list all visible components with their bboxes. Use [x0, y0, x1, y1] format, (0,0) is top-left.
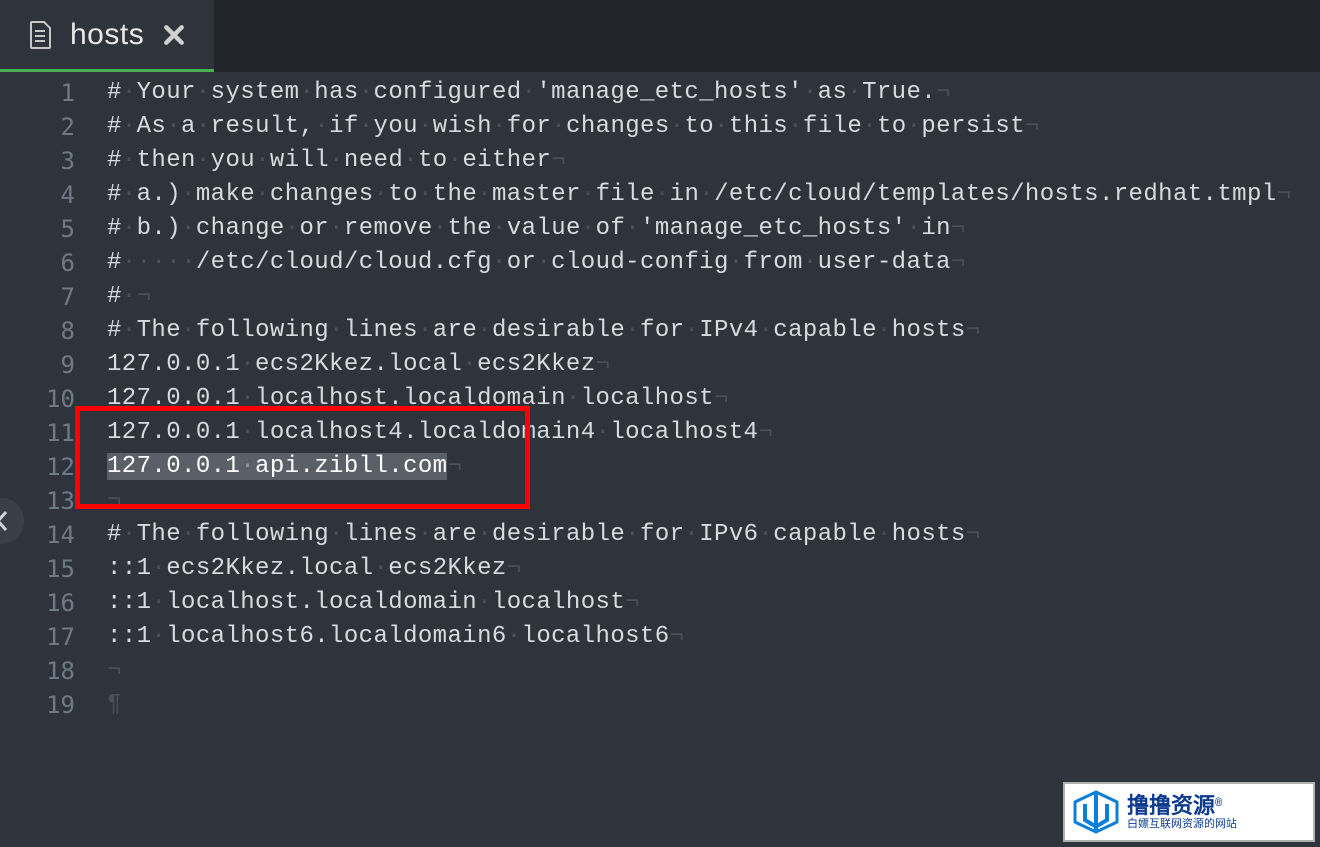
code-line[interactable]: #·····/etc/cloud/cloud.cfg·or·cloud-conf… — [95, 246, 1320, 280]
code-line[interactable]: ¶ — [95, 688, 1320, 722]
watermark-badge: 撸撸资源® 白嫖互联网资源的网站 — [1063, 782, 1315, 842]
line-number: 3 — [0, 144, 95, 178]
code-line[interactable]: 127.0.0.1·api.zibll.com¬ — [95, 450, 1320, 484]
editor[interactable]: 12345678910111213141516171819 #·Your·sys… — [0, 72, 1320, 847]
code-line[interactable]: #·The·following·lines·are·desirable·for·… — [95, 314, 1320, 348]
line-number-gutter: 12345678910111213141516171819 — [0, 72, 95, 847]
code-line[interactable]: ::1·ecs2Kkez.local·ecs2Kkez¬ — [95, 552, 1320, 586]
code-line[interactable]: #·As·a·result,·if·you·wish·for·changes·t… — [95, 110, 1320, 144]
line-number: 19 — [0, 688, 95, 722]
code-line[interactable]: #·The·following·lines·are·desirable·for·… — [95, 518, 1320, 552]
close-icon[interactable] — [162, 23, 186, 47]
line-number: 5 — [0, 212, 95, 246]
code-line[interactable]: ::1·localhost.localdomain·localhost¬ — [95, 586, 1320, 620]
line-number: 17 — [0, 620, 95, 654]
tab-bar: hosts — [0, 0, 1320, 72]
code-line[interactable]: #·Your·system·has·configured·'manage_etc… — [95, 76, 1320, 110]
code-line[interactable]: ::1·localhost6.localdomain6·localhost6¬ — [95, 620, 1320, 654]
code-content[interactable]: #·Your·system·has·configured·'manage_etc… — [95, 72, 1320, 847]
watermark-registered: ® — [1215, 796, 1222, 810]
watermark-logo-icon — [1071, 790, 1121, 834]
watermark-title: 撸撸资源 — [1127, 793, 1215, 818]
file-tab-hosts[interactable]: hosts — [0, 0, 214, 72]
line-number: 15 — [0, 552, 95, 586]
code-line[interactable]: 127.0.0.1·localhost.localdomain·localhos… — [95, 382, 1320, 416]
code-line[interactable]: #·¬ — [95, 280, 1320, 314]
line-number: 4 — [0, 178, 95, 212]
code-line[interactable]: 127.0.0.1·localhost4.localdomain4·localh… — [95, 416, 1320, 450]
code-line[interactable]: ¬ — [95, 654, 1320, 688]
line-number: 2 — [0, 110, 95, 144]
line-number: 12 — [0, 450, 95, 484]
line-number: 6 — [0, 246, 95, 280]
line-number: 10 — [0, 382, 95, 416]
code-line[interactable]: #·b.)·change·or·remove·the·value·of·'man… — [95, 212, 1320, 246]
line-number: 8 — [0, 314, 95, 348]
line-number: 16 — [0, 586, 95, 620]
watermark-subtitle: 白嫖互联网资源的网站 — [1127, 819, 1237, 830]
code-line[interactable]: #·a.)·make·changes·to·the·master·file·in… — [95, 178, 1320, 212]
code-line[interactable]: #·then·you·will·need·to·either¬ — [95, 144, 1320, 178]
code-line[interactable]: 127.0.0.1·ecs2Kkez.local·ecs2Kkez¬ — [95, 348, 1320, 382]
line-number: 11 — [0, 416, 95, 450]
file-icon — [28, 21, 52, 49]
code-line[interactable]: ¬ — [95, 484, 1320, 518]
tab-label: hosts — [70, 18, 144, 52]
line-number: 9 — [0, 348, 95, 382]
line-number: 1 — [0, 76, 95, 110]
line-number: 18 — [0, 654, 95, 688]
line-number: 7 — [0, 280, 95, 314]
